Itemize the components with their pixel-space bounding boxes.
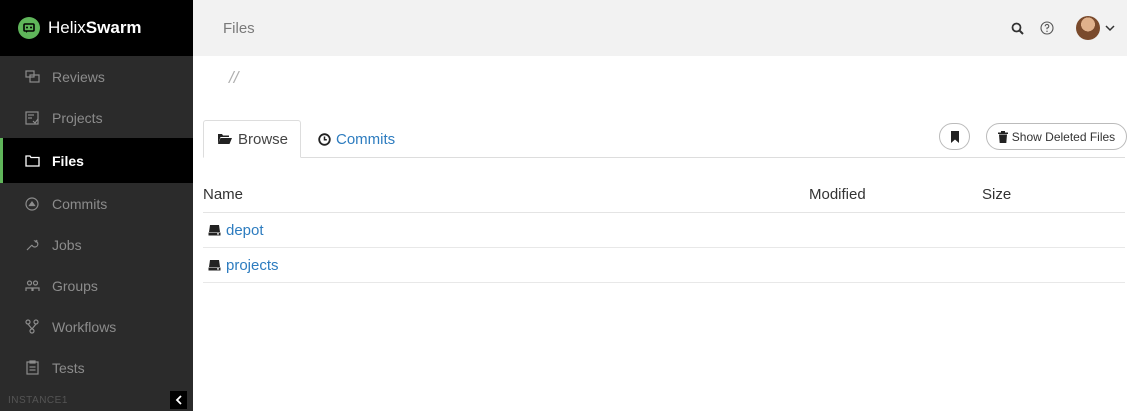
column-header-modified[interactable]: Modified <box>809 186 866 203</box>
folder-icon <box>24 153 40 169</box>
bookmark-icon <box>950 130 959 143</box>
sidebar-item-label: Files <box>52 152 84 169</box>
row-name-link[interactable]: projects <box>226 257 279 274</box>
search-icon <box>1011 22 1024 35</box>
main-content: // Browse Commits Show Deleted Files Nam… <box>193 56 1127 411</box>
sidebar-item-commits[interactable]: Commits <box>0 183 193 224</box>
sidebar-item-label: Projects <box>52 109 103 126</box>
collapse-sidebar-button[interactable] <box>170 391 187 409</box>
sidebar-item-workflows[interactable]: Workflows <box>0 306 193 347</box>
wrench-icon <box>24 237 40 253</box>
trash-icon <box>997 130 1008 143</box>
brand-name-light: Helix <box>48 18 86 37</box>
table-row[interactable]: depot <box>203 213 1125 248</box>
commits-icon <box>24 196 40 212</box>
folder-open-icon <box>217 133 233 145</box>
groups-icon <box>24 278 40 294</box>
breadcrumb[interactable]: // <box>229 68 238 88</box>
sidebar-item-files[interactable]: Files <box>0 138 193 183</box>
tests-icon <box>24 360 40 376</box>
depot-drive-icon <box>208 224 221 236</box>
swarm-logo-icon <box>18 17 40 39</box>
reviews-icon <box>24 69 40 85</box>
user-menu[interactable] <box>1076 16 1115 40</box>
sidebar-item-label: Tests <box>52 359 85 376</box>
page-title: Files <box>223 19 255 37</box>
table-row[interactable]: projects <box>203 248 1125 283</box>
sidebar-item-jobs[interactable]: Jobs <box>0 224 193 265</box>
sidebar: Helix Swarm Reviews Projects Files Commit… <box>0 0 193 411</box>
sidebar-item-reviews[interactable]: Reviews <box>0 56 193 97</box>
chevron-down-icon <box>1105 24 1115 31</box>
help-icon <box>1040 21 1054 35</box>
depot-drive-icon <box>208 259 221 271</box>
brand-name-bold: Swarm <box>85 18 142 37</box>
projects-icon <box>24 110 40 126</box>
tab-label: Browse <box>238 130 289 148</box>
sidebar-item-tests[interactable]: Tests <box>0 347 193 388</box>
avatar <box>1076 16 1100 40</box>
instance-footer: INSTANCE1 <box>0 389 193 411</box>
column-header-size[interactable]: Size <box>982 186 1011 203</box>
sidebar-item-projects[interactable]: Projects <box>0 97 193 138</box>
button-label: Show Deleted Files <box>1011 129 1116 144</box>
sidebar-item-label: Groups <box>52 277 98 294</box>
sidebar-item-label: Workflows <box>52 318 117 335</box>
table-header: Name Modified Size <box>203 177 1125 213</box>
clock-icon <box>318 132 331 146</box>
files-table: Name Modified Size depot projects <box>203 177 1125 283</box>
row-name-link[interactable]: depot <box>226 222 264 239</box>
sidebar-item-groups[interactable]: Groups <box>0 265 193 306</box>
tab-browse[interactable]: Browse <box>203 120 301 158</box>
sidebar-item-label: Jobs <box>52 236 82 253</box>
brand[interactable]: Helix Swarm <box>0 0 193 56</box>
tab-label: Commits <box>336 130 396 148</box>
column-header-name[interactable]: Name <box>203 186 243 203</box>
tab-commits[interactable]: Commits <box>318 120 395 158</box>
show-deleted-files-button[interactable]: Show Deleted Files <box>986 123 1127 150</box>
bookmark-button[interactable] <box>939 123 970 150</box>
help-button[interactable] <box>1040 21 1054 35</box>
instance-name: INSTANCE1 <box>8 394 68 406</box>
sidebar-item-label: Commits <box>52 195 108 212</box>
top-bar: Files <box>193 0 1127 56</box>
workflow-icon <box>24 319 40 335</box>
chevron-left-icon <box>175 395 182 405</box>
sidebar-item-label: Reviews <box>52 68 105 85</box>
search-button[interactable] <box>1011 22 1024 35</box>
